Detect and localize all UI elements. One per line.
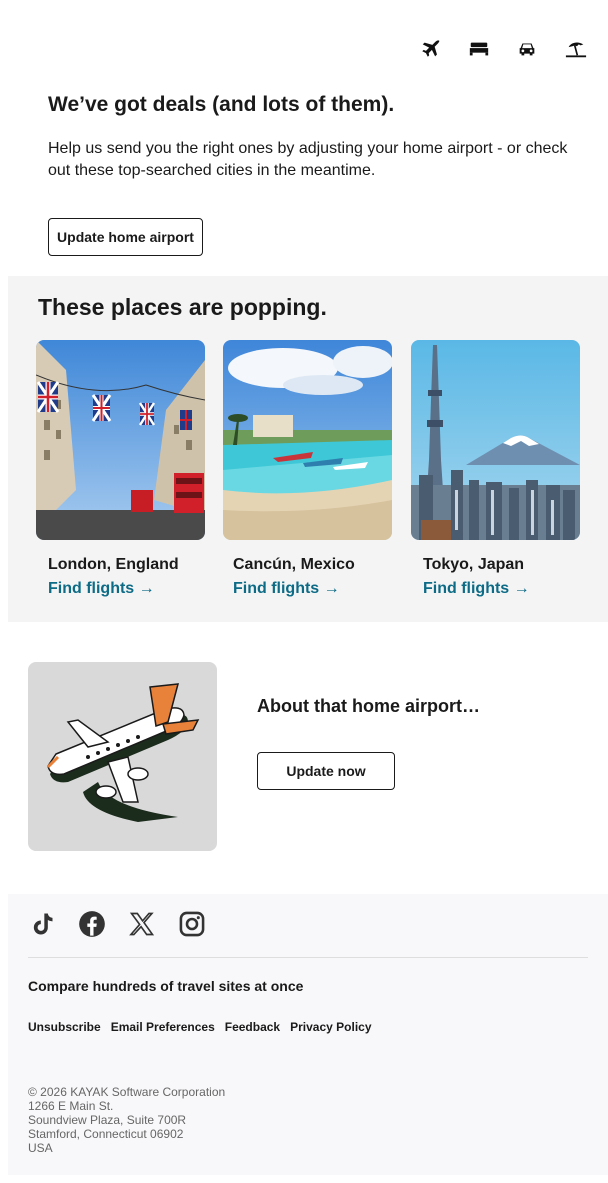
copyright-line: © 2026 KAYAK Software Corporation [28,1085,226,1099]
footer-links: Unsubscribe Email Preferences Feedback P… [28,1020,372,1034]
facebook-icon[interactable] [78,910,106,938]
home-airport-title: About that home airport… [257,696,480,716]
destination-card-tokyo[interactable]: Tokyo, Japan Find flights → [411,340,580,597]
footer: Compare hundreds of travel sites at once… [8,894,608,1175]
destination-card-london[interactable]: London, England Find flights → [36,340,205,597]
airplane-illustration [28,662,217,851]
address-line: 1266 E Main St. [28,1099,114,1113]
london-photo[interactable] [36,340,205,540]
footer-tagline: Compare hundreds of travel sites at once [28,978,304,994]
footer-divider [28,957,588,958]
top-nav-icons [420,38,588,60]
email-preferences-link[interactable]: Email Preferences [111,1020,215,1034]
address-line: Stamford, Connecticut 06902 [28,1127,184,1141]
update-now-button[interactable]: Update now [257,752,395,790]
find-flights-link[interactable]: Find flights → [423,580,530,598]
address-line: USA [28,1141,53,1155]
tokyo-photo[interactable] [411,340,580,540]
privacy-policy-link[interactable]: Privacy Policy [290,1020,371,1034]
address-line: Soundview Plaza, Suite 700R [28,1113,187,1127]
instagram-icon[interactable] [178,910,206,938]
hero-title: We’ve got deals (and lots of them). [48,93,395,116]
card-city: London, England [48,556,179,573]
cancun-photo[interactable] [223,340,392,540]
popping-section: These places are popping. London, Englan… [8,276,608,622]
card-city: Cancún, Mexico [233,556,355,573]
hero-section: We’ve got deals (and lots of them). Help… [48,92,578,182]
unsubscribe-link[interactable]: Unsubscribe [28,1020,101,1034]
social-links [28,910,206,938]
x-icon[interactable] [128,910,156,938]
find-flights-link[interactable]: Find flights → [48,580,155,598]
tiktok-icon[interactable] [28,910,56,938]
feedback-link[interactable]: Feedback [225,1020,280,1034]
popping-title: These places are popping. [38,294,327,320]
airplane-icon[interactable] [420,38,442,60]
hero-body: Help us send you the right ones by adjus… [48,140,568,179]
car-icon[interactable] [516,38,538,60]
destination-card-cancun[interactable]: Cancún, Mexico Find flights → [223,340,392,597]
find-flights-link[interactable]: Find flights → [233,580,340,598]
beach-umbrella-icon[interactable] [564,38,588,60]
company-address: © 2026 KAYAK Software Corporation 1266 E… [28,1085,225,1155]
card-city: Tokyo, Japan [423,556,525,573]
update-home-airport-button[interactable]: Update home airport [48,218,203,256]
bed-icon[interactable] [468,38,490,60]
